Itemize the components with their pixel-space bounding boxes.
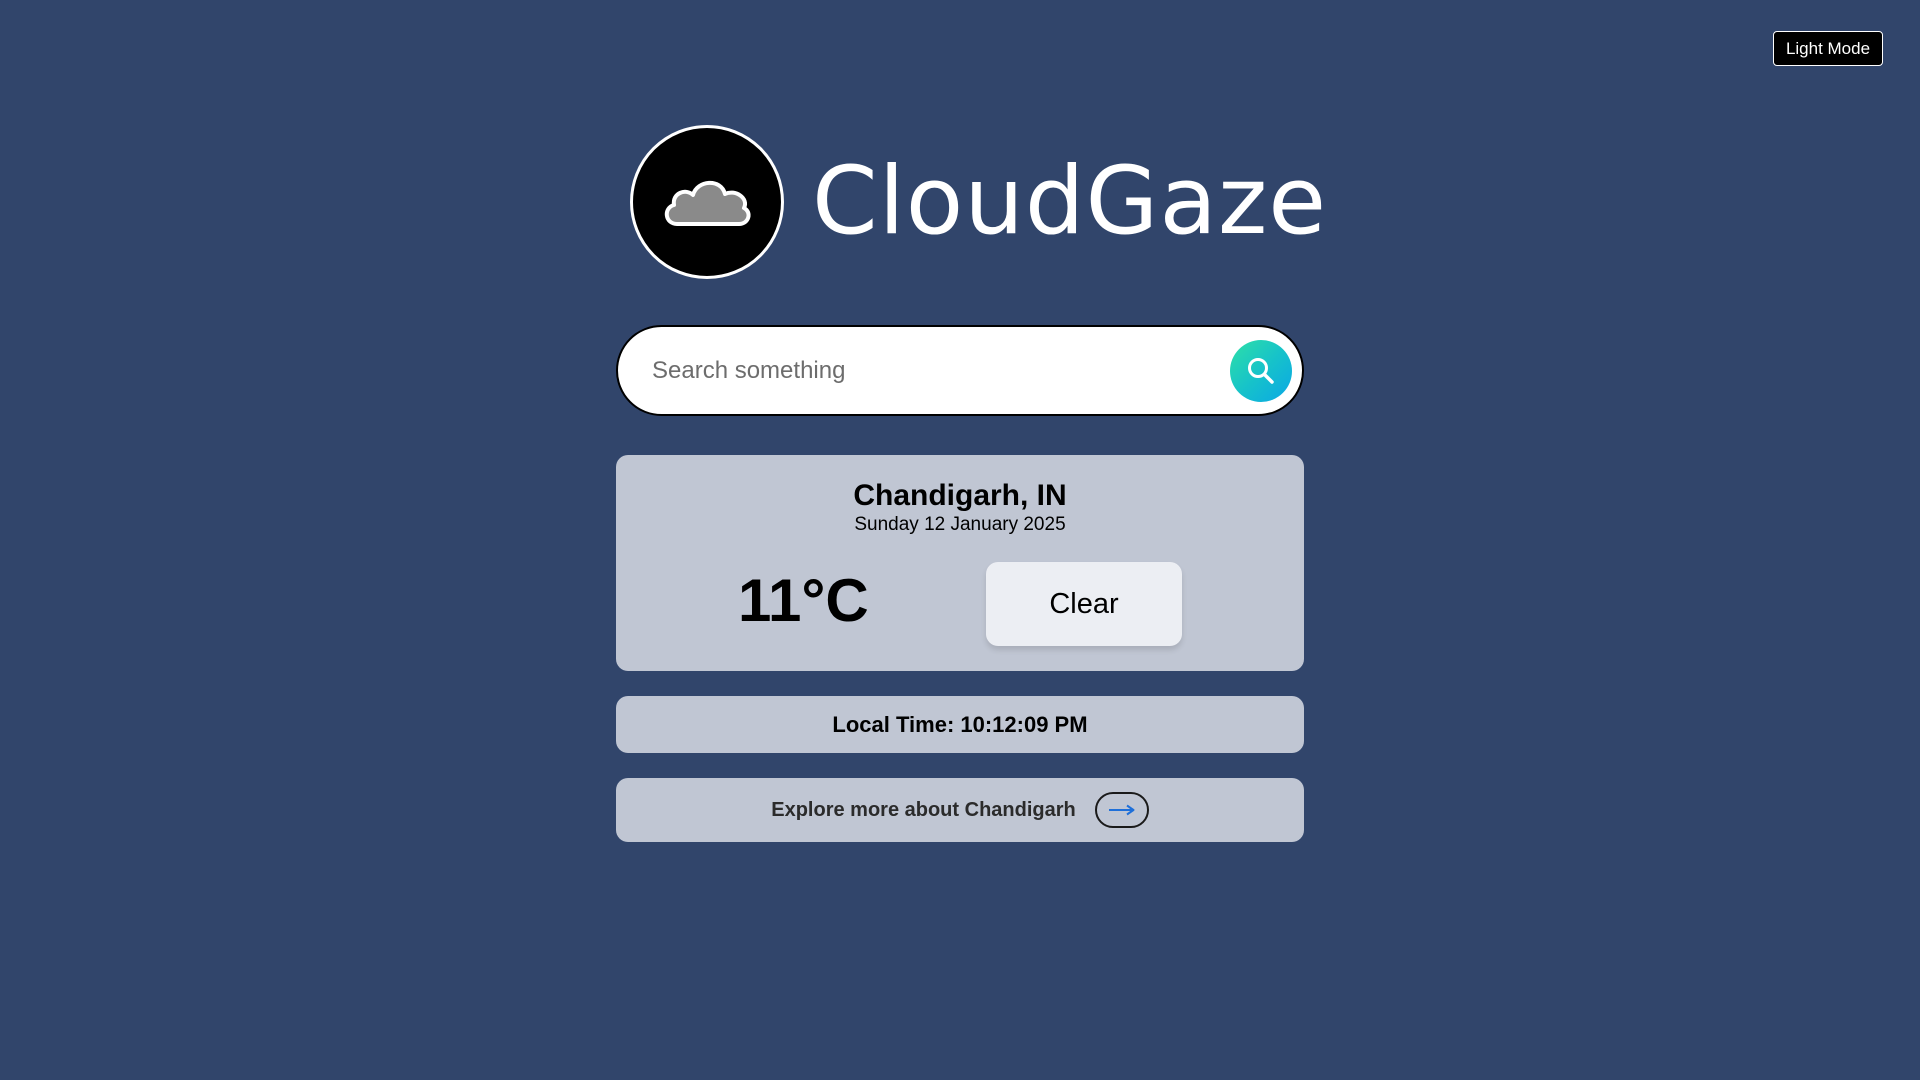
arrow-right-icon — [1108, 804, 1135, 816]
app-header: CloudGaze — [630, 125, 1328, 279]
app-logo — [630, 125, 784, 279]
explore-arrow-button[interactable] — [1094, 792, 1149, 828]
search-bar — [616, 325, 1304, 416]
location-name: Chandigarh, IN — [853, 479, 1067, 512]
cloud-icon — [664, 180, 751, 226]
app-title: CloudGaze — [812, 147, 1328, 256]
temperature: 11°C — [738, 567, 869, 634]
light-mode-toggle[interactable]: Light Mode — [1773, 31, 1883, 66]
search-input[interactable] — [650, 355, 1230, 386]
local-time-card: Local Time: 10:12:09 PM — [616, 696, 1304, 753]
weather-condition: Clear — [986, 562, 1182, 646]
weather-card: Chandigarh, IN Sunday 12 January 2025 11… — [616, 455, 1304, 671]
search-button[interactable] — [1230, 339, 1292, 402]
search-icon — [1248, 357, 1274, 384]
explore-label: Explore more about Chandigarh — [771, 798, 1076, 821]
local-time-text: Local Time: 10:12:09 PM — [832, 711, 1088, 737]
explore-card[interactable]: Explore more about Chandigarh — [616, 778, 1304, 842]
date-text: Sunday 12 January 2025 — [854, 514, 1066, 535]
